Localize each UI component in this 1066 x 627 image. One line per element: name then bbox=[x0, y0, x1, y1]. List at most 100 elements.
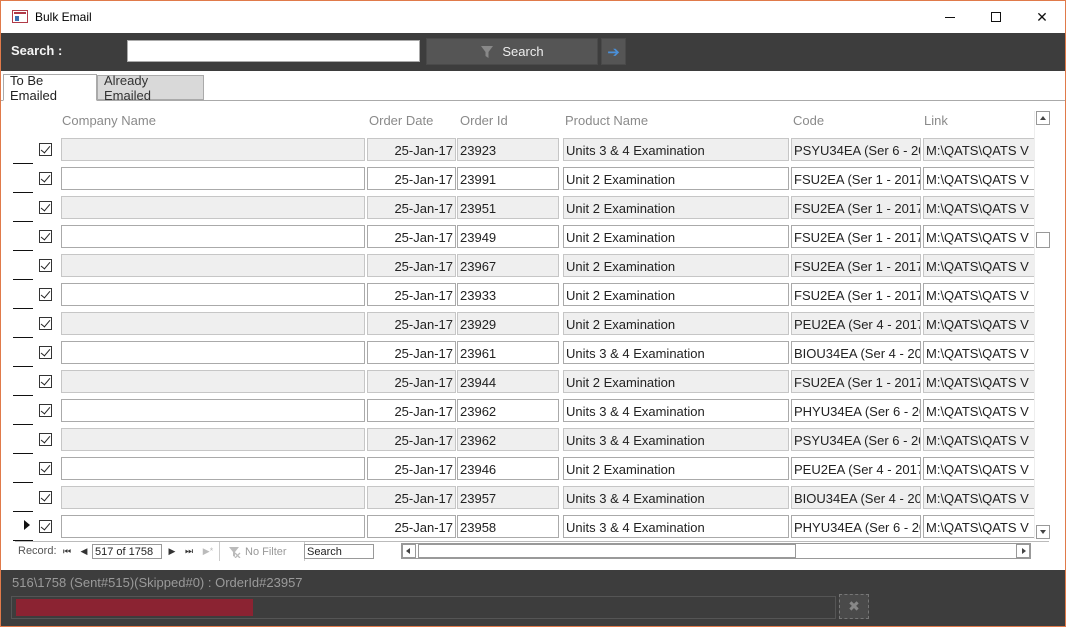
company-name-cell[interactable] bbox=[61, 312, 365, 335]
table-row[interactable]: 25-Jan-17 23957 Units 3 & 4 Examination BIO… bbox=[11, 483, 1035, 512]
company-name-cell[interactable] bbox=[61, 225, 365, 248]
header-code[interactable]: Code bbox=[793, 113, 824, 128]
send-checkbox[interactable] bbox=[39, 462, 52, 475]
send-checkbox[interactable] bbox=[39, 404, 52, 417]
first-record-icon[interactable]: ⏮ bbox=[61, 544, 73, 558]
product-name-cell[interactable]: Unit 2 Examination bbox=[563, 283, 789, 306]
code-cell[interactable]: PEU2EA (Ser 4 - 2017 bbox=[791, 457, 921, 480]
vertical-scrollbar[interactable] bbox=[1034, 111, 1050, 539]
product-name-cell[interactable]: Units 3 & 4 Examination bbox=[563, 428, 789, 451]
link-cell[interactable]: M:\QATS\QATS V bbox=[923, 283, 1035, 306]
scroll-left-icon[interactable] bbox=[402, 544, 416, 558]
record-selector[interactable] bbox=[13, 309, 33, 338]
link-cell[interactable]: M:\QATS\QATS V bbox=[923, 341, 1035, 364]
header-product-name[interactable]: Product Name bbox=[565, 113, 648, 128]
product-name-cell[interactable]: Unit 2 Examination bbox=[563, 457, 789, 480]
order-id-cell[interactable]: 23933 bbox=[457, 283, 559, 306]
code-cell[interactable]: FSU2EA (Ser 1 - 2017 bbox=[791, 254, 921, 277]
product-name-cell[interactable]: Unit 2 Examination bbox=[563, 312, 789, 335]
close-button[interactable]: ✕ bbox=[1019, 1, 1065, 33]
tab-to-be-emailed[interactable]: To Be Emailed bbox=[3, 73, 97, 103]
send-checkbox[interactable] bbox=[39, 288, 52, 301]
next-record-icon[interactable]: ▶ bbox=[166, 544, 178, 558]
order-date-cell[interactable]: 25-Jan-17 bbox=[367, 225, 456, 248]
product-name-cell[interactable]: Unit 2 Examination bbox=[563, 167, 789, 190]
go-button[interactable]: ➔ bbox=[601, 38, 626, 65]
table-row[interactable]: 25-Jan-17 23962 Units 3 & 4 Examination PSY… bbox=[11, 425, 1035, 454]
table-row[interactable]: 25-Jan-17 23991 Unit 2 Examination FSU2EA (… bbox=[11, 164, 1035, 193]
product-name-cell[interactable]: Unit 2 Examination bbox=[563, 254, 789, 277]
product-name-cell[interactable]: Units 3 & 4 Examination bbox=[563, 341, 789, 364]
search-input[interactable] bbox=[127, 40, 420, 62]
product-name-cell[interactable]: Units 3 & 4 Examination bbox=[563, 138, 789, 161]
scroll-down-icon[interactable] bbox=[1036, 525, 1050, 539]
table-row[interactable]: 25-Jan-17 23958 Units 3 & 4 Examination PHY… bbox=[11, 512, 1035, 541]
record-selector[interactable] bbox=[13, 396, 33, 425]
link-cell[interactable]: M:\QATS\QATS V bbox=[923, 428, 1035, 451]
header-order-id[interactable]: Order Id bbox=[460, 113, 508, 128]
code-cell[interactable]: BIOU34EA (Ser 4 - 20 bbox=[791, 486, 921, 509]
minimize-button[interactable] bbox=[927, 1, 973, 33]
table-row[interactable]: 25-Jan-17 23962 Units 3 & 4 Examination PHY… bbox=[11, 396, 1035, 425]
table-row[interactable]: 25-Jan-17 23944 Unit 2 Examination FSU2EA (… bbox=[11, 367, 1035, 396]
table-row[interactable]: 25-Jan-17 23933 Unit 2 Examination FSU2EA (… bbox=[11, 280, 1035, 309]
order-date-cell[interactable]: 25-Jan-17 bbox=[367, 254, 456, 277]
send-checkbox[interactable] bbox=[39, 143, 52, 156]
cancel-button[interactable]: ✖ bbox=[839, 594, 869, 619]
product-name-cell[interactable]: Units 3 & 4 Examination bbox=[563, 515, 789, 538]
table-row[interactable]: 25-Jan-17 23946 Unit 2 Examination PEU2EA (… bbox=[11, 454, 1035, 483]
table-row[interactable]: 25-Jan-17 23929 Unit 2 Examination PEU2EA (… bbox=[11, 309, 1035, 338]
send-checkbox[interactable] bbox=[39, 433, 52, 446]
company-name-cell[interactable] bbox=[61, 370, 365, 393]
previous-record-icon[interactable]: ◀ bbox=[78, 544, 90, 558]
company-name-cell[interactable] bbox=[61, 457, 365, 480]
code-cell[interactable]: PHYU34EA (Ser 6 - 20 bbox=[791, 515, 921, 538]
order-id-cell[interactable]: 23961 bbox=[457, 341, 559, 364]
company-name-cell[interactable] bbox=[61, 283, 365, 306]
product-name-cell[interactable]: Units 3 & 4 Examination bbox=[563, 399, 789, 422]
order-date-cell[interactable]: 25-Jan-17 bbox=[367, 138, 456, 161]
record-selector[interactable] bbox=[13, 338, 33, 367]
search-button[interactable]: Search bbox=[426, 38, 598, 65]
order-id-cell[interactable]: 23923 bbox=[457, 138, 559, 161]
product-name-cell[interactable]: Units 3 & 4 Examination bbox=[563, 486, 789, 509]
scroll-thumb[interactable] bbox=[1036, 232, 1050, 248]
company-name-cell[interactable] bbox=[61, 515, 365, 538]
link-cell[interactable]: M:\QATS\QATS V bbox=[923, 515, 1035, 538]
record-selector[interactable] bbox=[13, 512, 33, 541]
order-date-cell[interactable]: 25-Jan-17 bbox=[367, 283, 456, 306]
code-cell[interactable]: PSYU34EA (Ser 6 - 20 bbox=[791, 428, 921, 451]
company-name-cell[interactable] bbox=[61, 167, 365, 190]
link-cell[interactable]: M:\QATS\QATS V bbox=[923, 399, 1035, 422]
record-selector[interactable] bbox=[13, 367, 33, 396]
send-checkbox[interactable] bbox=[39, 201, 52, 214]
order-id-cell[interactable]: 23958 bbox=[457, 515, 559, 538]
link-cell[interactable]: M:\QATS\QATS V bbox=[923, 312, 1035, 335]
table-row[interactable]: 25-Jan-17 23951 Unit 2 Examination FSU2EA (… bbox=[11, 193, 1035, 222]
record-selector[interactable] bbox=[13, 193, 33, 222]
order-id-cell[interactable]: 23944 bbox=[457, 370, 559, 393]
product-name-cell[interactable]: Unit 2 Examination bbox=[563, 196, 789, 219]
code-cell[interactable]: PHYU34EA (Ser 6 - 20 bbox=[791, 399, 921, 422]
record-selector[interactable] bbox=[13, 425, 33, 454]
code-cell[interactable]: FSU2EA (Ser 1 - 2017 bbox=[791, 370, 921, 393]
link-cell[interactable]: M:\QATS\QATS V bbox=[923, 138, 1035, 161]
company-name-cell[interactable] bbox=[61, 399, 365, 422]
company-name-cell[interactable] bbox=[61, 196, 365, 219]
link-cell[interactable]: M:\QATS\QATS V bbox=[923, 486, 1035, 509]
link-cell[interactable]: M:\QATS\QATS V bbox=[923, 254, 1035, 277]
header-company-name[interactable]: Company Name bbox=[62, 113, 156, 128]
order-date-cell[interactable]: 25-Jan-17 bbox=[367, 312, 456, 335]
code-cell[interactable]: FSU2EA (Ser 1 - 2017 bbox=[791, 167, 921, 190]
record-selector[interactable] bbox=[13, 483, 33, 512]
company-name-cell[interactable] bbox=[61, 254, 365, 277]
order-date-cell[interactable]: 25-Jan-17 bbox=[367, 167, 456, 190]
send-checkbox[interactable] bbox=[39, 375, 52, 388]
send-checkbox[interactable] bbox=[39, 346, 52, 359]
order-id-cell[interactable]: 23951 bbox=[457, 196, 559, 219]
record-selector[interactable] bbox=[13, 280, 33, 309]
order-id-cell[interactable]: 23929 bbox=[457, 312, 559, 335]
order-id-cell[interactable]: 23967 bbox=[457, 254, 559, 277]
new-record-icon[interactable]: ▶* bbox=[200, 544, 216, 558]
link-cell[interactable]: M:\QATS\QATS V bbox=[923, 167, 1035, 190]
